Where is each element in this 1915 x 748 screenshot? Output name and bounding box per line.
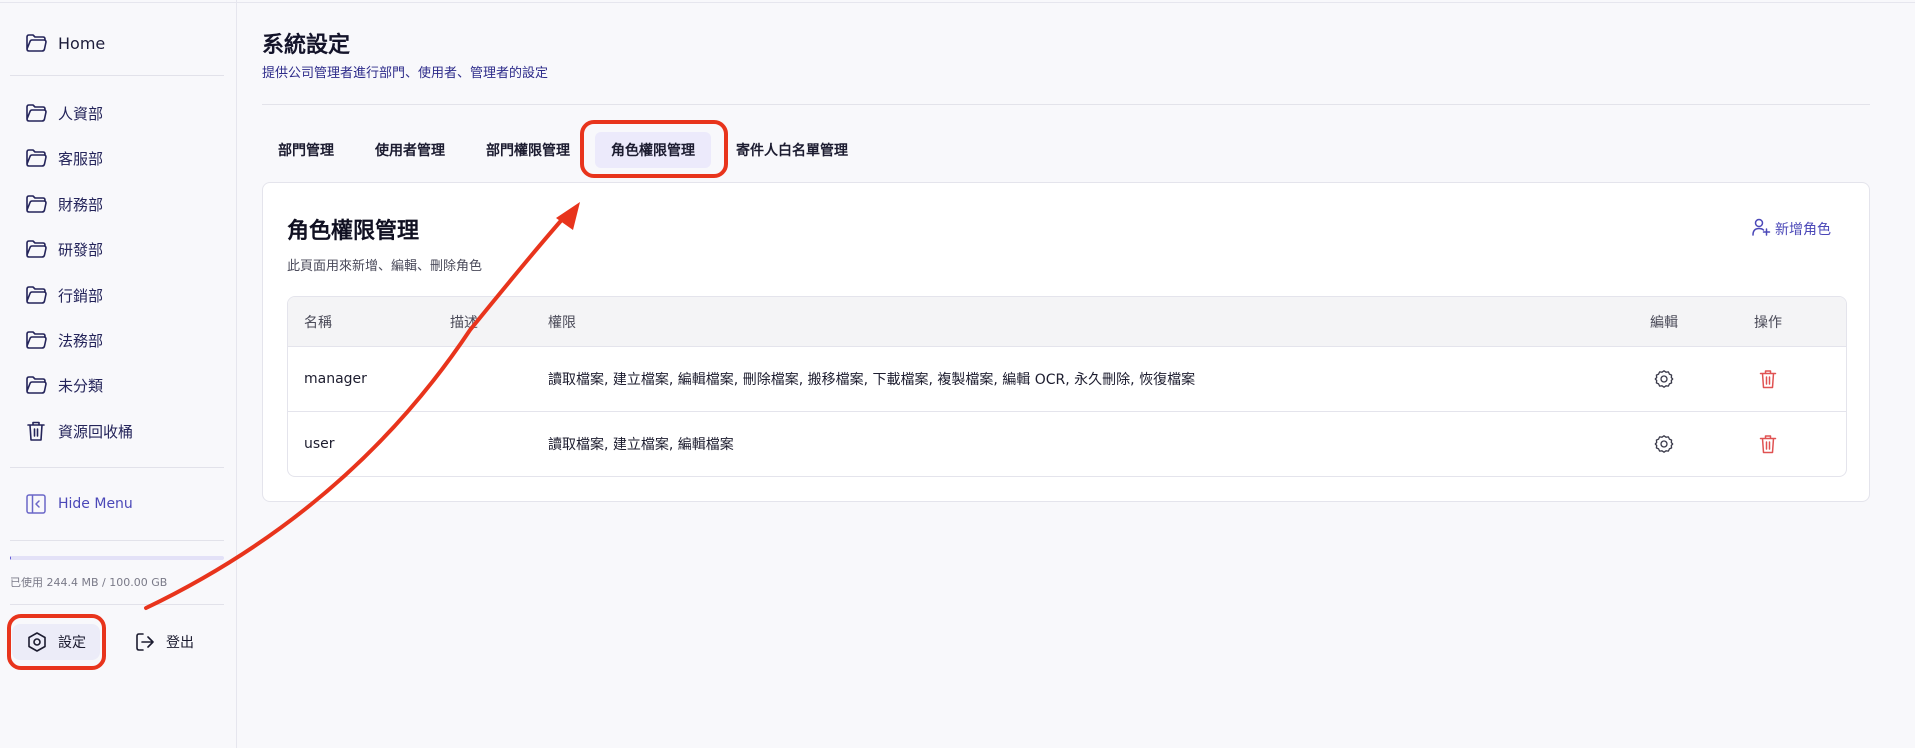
hide-menu-button[interactable]: Hide Menu (24, 488, 133, 520)
top-border (0, 2, 1915, 3)
sidebar-item-department[interactable]: 法務部 (24, 324, 103, 356)
logout-button[interactable]: 登出 (134, 624, 194, 660)
sidebar-item-recycle-bin[interactable]: 資源回收桶 (24, 415, 133, 447)
sidebar-divider (10, 75, 224, 76)
table-row: user 讀取檔案, 建立檔案, 編輯檔案 (288, 412, 1846, 476)
sidebar-item-department[interactable]: 客服部 (24, 142, 103, 174)
sidebar-divider (10, 604, 224, 605)
sidebar-item-label: 未分類 (58, 376, 104, 395)
sidebar-item-home[interactable]: Home (24, 27, 105, 59)
sidebar-item-department[interactable]: 人資部 (24, 97, 103, 129)
tab-sender-whitelist[interactable]: 寄件人白名單管理 (720, 132, 864, 168)
role-permissions-card: 角色權限管理 此頁面用來新增、編輯、刪除角色 新增角色 名稱 描述 權限 編輯 … (262, 182, 1870, 502)
delete-role-button[interactable] (1756, 412, 1780, 476)
sidebar-divider (10, 540, 224, 541)
folder-icon (24, 31, 48, 55)
settings-hexagon-icon (26, 631, 48, 653)
folder-icon (24, 283, 48, 307)
folder-icon (24, 373, 48, 397)
table-row: manager 讀取檔案, 建立檔案, 編輯檔案, 刪除檔案, 搬移檔案, 下載… (288, 347, 1846, 412)
column-header-actions: 操作 (1754, 314, 1782, 331)
add-user-icon (1751, 217, 1771, 241)
edit-role-button[interactable] (1652, 412, 1676, 476)
logout-label: 登出 (166, 635, 194, 651)
folder-icon (24, 192, 48, 216)
settings-tabs: 部門管理 使用者管理 部門權限管理 角色權限管理 寄件人白名單管理 (262, 132, 873, 168)
sidebar-item-department[interactable]: 研發部 (24, 233, 103, 265)
column-header-description: 描述 (450, 314, 478, 331)
edit-role-button[interactable] (1652, 347, 1676, 411)
hide-menu-label: Hide Menu (58, 496, 133, 512)
settings-button[interactable]: 設定 (12, 624, 100, 660)
folder-icon (24, 146, 48, 170)
storage-usage-bar (10, 556, 224, 560)
settings-label: 設定 (58, 635, 86, 651)
main-divider (262, 104, 1870, 105)
page-subtitle: 提供公司管理者進行部門、使用者、管理者的設定 (262, 66, 549, 81)
sidebar-item-department[interactable]: 未分類 (24, 369, 103, 401)
sidebar-item-department[interactable]: 財務部 (24, 188, 103, 220)
gear-icon (1654, 434, 1674, 454)
folder-icon (24, 328, 48, 352)
card-title: 角色權限管理 (287, 219, 420, 244)
tab-department-management[interactable]: 部門管理 (262, 132, 350, 168)
trash-icon (24, 419, 48, 443)
sidebar-item-label: 研發部 (58, 240, 104, 259)
role-name: manager (304, 371, 367, 387)
tab-role-permissions[interactable]: 角色權限管理 (595, 132, 711, 168)
role-permissions: 讀取檔案, 建立檔案, 編輯檔案 (548, 437, 734, 453)
storage-usage-text: 已使用 244.4 MB / 100.00 GB (10, 576, 168, 589)
gear-icon (1654, 369, 1674, 389)
page-title: 系統設定 (262, 33, 351, 58)
trash-icon (1759, 369, 1777, 389)
sidebar-item-label: 財務部 (58, 195, 104, 214)
sidebar-item-label: 人資部 (58, 104, 104, 123)
role-name: user (304, 436, 335, 452)
column-header-edit: 編輯 (1650, 314, 1678, 331)
folder-icon (24, 101, 48, 125)
trash-icon (1759, 434, 1777, 454)
sidebar-item-label: 法務部 (58, 331, 104, 350)
sidebar-item-department[interactable]: 行銷部 (24, 279, 103, 311)
sidebar-item-label: 行銷部 (58, 286, 104, 305)
folder-icon (24, 237, 48, 261)
add-role-label: 新增角色 (1775, 222, 1831, 238)
sidebar-collapse-icon (24, 492, 48, 516)
sidebar: Home 人資部 客服部 財務部 研發部 行銷部 法務部 未分類 資源回收桶 H… (0, 0, 237, 748)
table-header: 名稱 描述 權限 編輯 操作 (288, 297, 1846, 347)
card-subtitle: 此頁面用來新增、編輯、刪除角色 (287, 259, 483, 274)
sidebar-item-label: 資源回收桶 (58, 422, 134, 441)
sidebar-item-label: Home (58, 33, 106, 53)
column-header-permissions: 權限 (548, 314, 576, 331)
sidebar-divider (10, 467, 224, 468)
add-role-button[interactable]: 新增角色 (1751, 217, 1831, 241)
sidebar-item-label: 客服部 (58, 149, 104, 168)
roles-table: 名稱 描述 權限 編輯 操作 manager 讀取檔案, 建立檔案, 編輯檔案,… (287, 296, 1847, 477)
tab-user-management[interactable]: 使用者管理 (359, 132, 461, 168)
column-header-name: 名稱 (304, 314, 332, 331)
logout-icon (134, 631, 156, 653)
tab-department-permissions[interactable]: 部門權限管理 (470, 132, 586, 168)
delete-role-button[interactable] (1756, 347, 1780, 411)
storage-usage-fill (10, 556, 12, 560)
role-permissions: 讀取檔案, 建立檔案, 編輯檔案, 刪除檔案, 搬移檔案, 下載檔案, 複製檔案… (548, 372, 1196, 388)
